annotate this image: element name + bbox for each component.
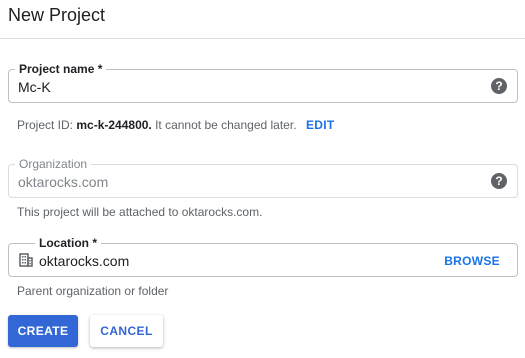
title-divider — [0, 38, 525, 39]
project-name-field[interactable]: Project name * Mc-K ? — [8, 62, 518, 103]
browse-button[interactable]: BROWSE — [444, 254, 500, 268]
project-id-value: mc-k-244800. — [76, 118, 152, 132]
cancel-button[interactable]: CANCEL — [90, 315, 163, 347]
help-circle-icon[interactable]: ? — [491, 173, 507, 189]
organization-label: Organization — [15, 157, 92, 171]
new-project-dialog: New Project Project name * Mc-K ? Projec… — [0, 0, 525, 358]
location-field[interactable]: Location * oktarocks.com BROWSE — [8, 236, 518, 277]
organization-hint: This project will be attached to oktaroc… — [17, 205, 263, 219]
help-circle-icon[interactable]: ? — [491, 78, 507, 94]
building-icon — [19, 253, 33, 267]
edit-project-id-link[interactable]: EDIT — [306, 118, 335, 132]
project-id-prefix: Project ID: — [17, 118, 77, 132]
project-name-label: Project name * — [15, 62, 107, 76]
organization-field: Organization oktarocks.com ? — [8, 157, 518, 198]
organization-value: oktarocks.com — [18, 174, 109, 190]
create-button[interactable]: CREATE — [8, 315, 78, 347]
project-id-hint: Project ID: mc-k-244800. It cannot be ch… — [17, 118, 297, 132]
location-value: oktarocks.com — [39, 253, 130, 269]
location-label: Location * — [35, 236, 102, 250]
location-hint: Parent organization or folder — [17, 284, 169, 298]
dialog-title: New Project — [8, 5, 106, 25]
project-id-suffix: It cannot be changed later. — [151, 118, 297, 132]
project-name-value[interactable]: Mc-K — [18, 78, 51, 96]
